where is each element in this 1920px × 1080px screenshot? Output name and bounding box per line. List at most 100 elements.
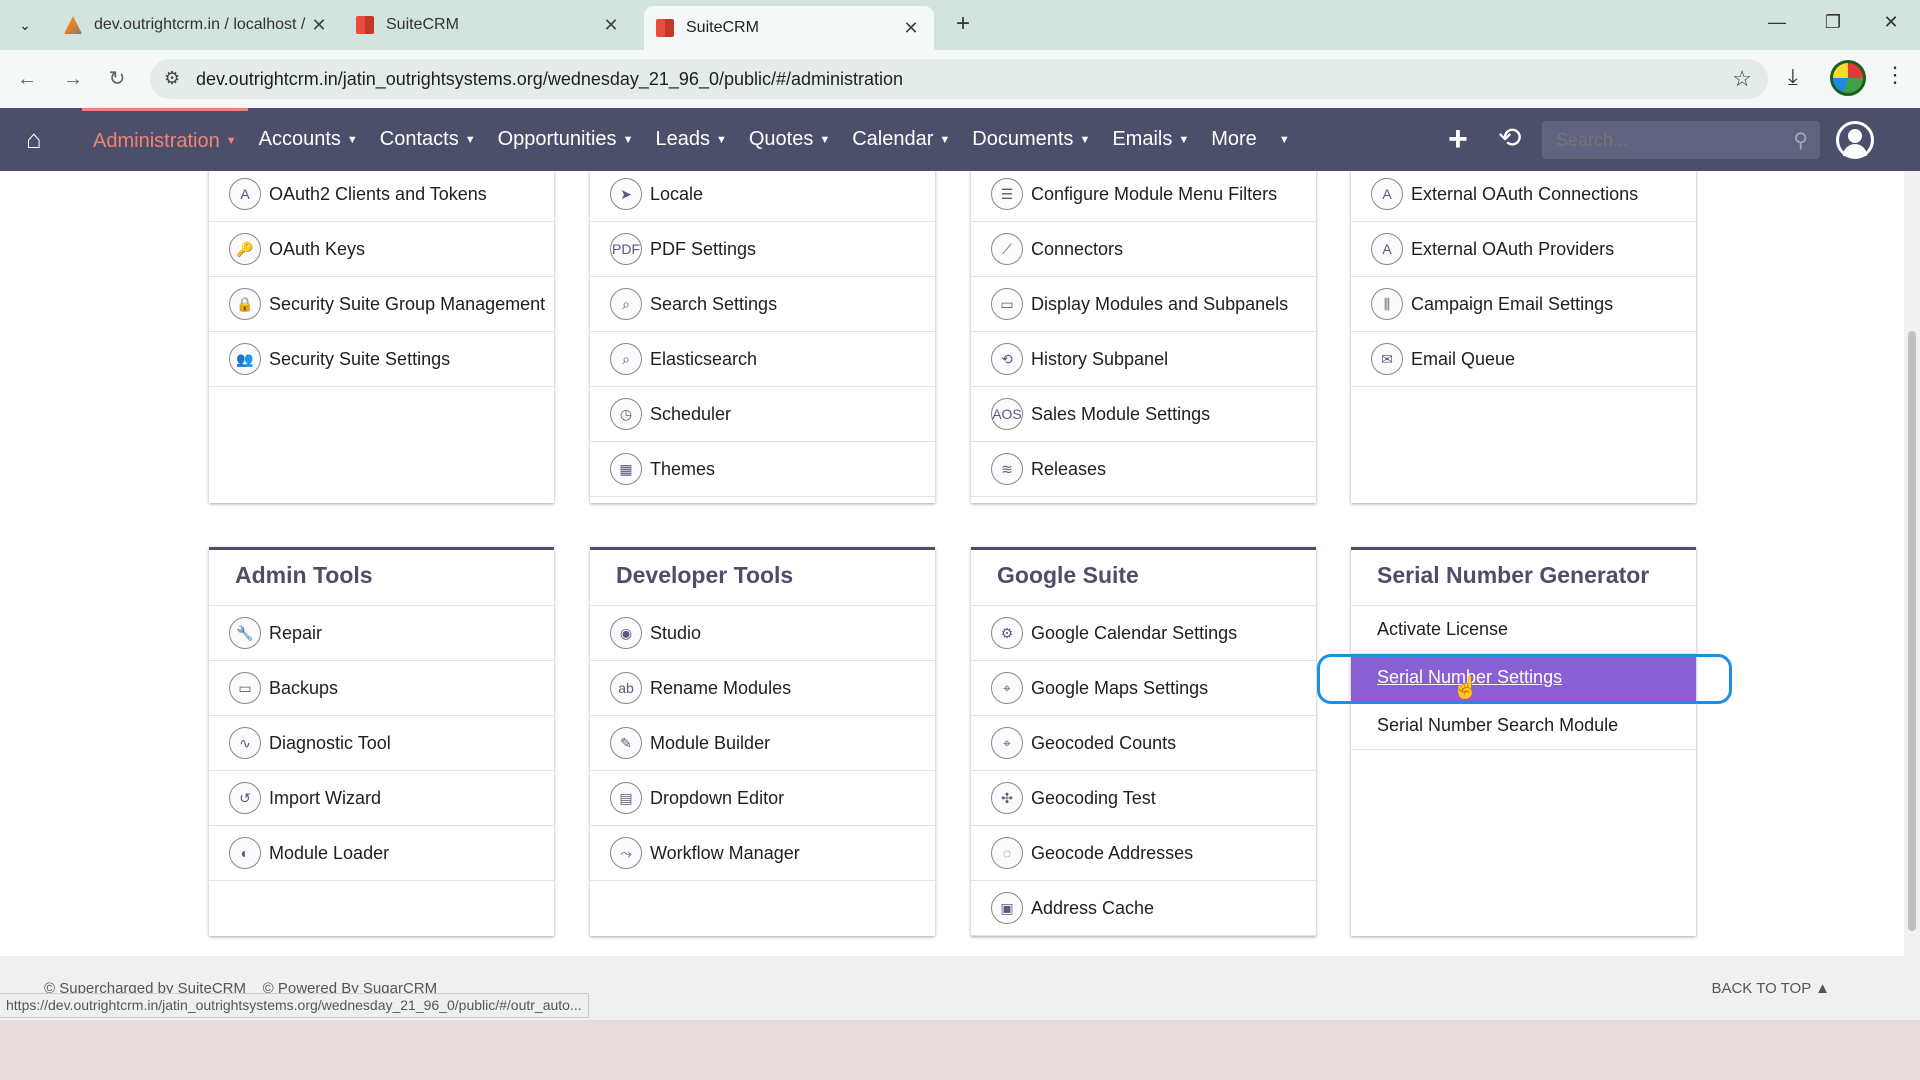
nav-item-leads[interactable]: Leads ▼ (644, 108, 737, 171)
admin-link-connectors[interactable]: ⟋ Connectors (971, 222, 1316, 277)
admin-link-label: Geocoded Counts (1031, 732, 1177, 753)
admin-link-email-queue[interactable]: ✉ Email Queue (1351, 332, 1696, 387)
admin-link-search-settings[interactable]: ⌕ Search Settings (590, 277, 935, 332)
scrollbar-thumb[interactable] (1908, 331, 1916, 931)
admin-link-pdf-settings[interactable]: PDF PDF Settings (590, 222, 935, 277)
admin-link-campaign-email-settings[interactable]: ⫼ Campaign Email Settings (1351, 277, 1696, 332)
close-window-icon[interactable]: ✕ (1876, 12, 1906, 33)
admin-link-sales-module-settings[interactable]: AOS Sales Module Settings (971, 387, 1316, 442)
browser-tab-pma[interactable]: dev.outrightcrm.in / localhost / ✕ (52, 6, 342, 44)
phpmyadmin-favicon-icon (64, 16, 82, 34)
nav-item-opportunities[interactable]: Opportunities ▼ (487, 108, 645, 171)
page-scrollbar[interactable] (1904, 171, 1920, 1020)
browser-toolbar: ← → ↻ ⚙ dev.outrightcrm.in/jatin_outrigh… (0, 50, 1920, 108)
admin-link-dropdown-editor[interactable]: ▤ Dropdown Editor (590, 771, 935, 826)
bookmark-star-icon[interactable]: ☆ (1732, 66, 1752, 92)
caret-down-icon: ▼ (346, 133, 358, 146)
admin-link-label: Studio (650, 622, 702, 643)
nav-item-label: Documents (972, 128, 1074, 150)
admin-link-activate-license[interactable]: Activate License (1351, 606, 1696, 654)
browser-tab-suitecrm-1[interactable]: SuiteCRM ✕ (344, 6, 634, 44)
browser-tab-suitecrm-active[interactable]: SuiteCRM ✕ (644, 6, 934, 50)
admin-link-google-maps-settings[interactable]: ⌖ Google Maps Settings (971, 661, 1316, 716)
admin-link-scheduler[interactable]: ◷ Scheduler (590, 387, 935, 442)
admin-link-repair[interactable]: 🔧 Repair (209, 606, 554, 661)
download-icon[interactable]: ⤓ (1788, 64, 1798, 90)
admin-link-serial-number-settings[interactable]: Serial Number Settings (1351, 654, 1696, 702)
nav-item-accounts[interactable]: Accounts ▼ (248, 108, 369, 171)
user-profile-icon[interactable] (1836, 121, 1874, 159)
admin-link-google-calendar-settings[interactable]: ⚙ Google Calendar Settings (971, 606, 1316, 661)
admin-link-workflow-manager[interactable]: ⤳ Workflow Manager (590, 826, 935, 881)
tab-close-icon[interactable]: ✕ (900, 18, 922, 39)
admin-link-label: Address Cache (1031, 897, 1155, 918)
admin-link-label: Security Suite Group Management (269, 293, 546, 314)
minimize-icon[interactable]: — (1762, 12, 1792, 33)
tab-search-chevron-icon[interactable]: ⌄ (10, 10, 40, 40)
address-bar[interactable]: ⚙ dev.outrightcrm.in/jatin_outrightsyste… (150, 59, 1768, 99)
forward-arrow-icon[interactable]: → (58, 64, 88, 94)
nav-item-contacts[interactable]: Contacts ▼ (369, 108, 487, 171)
nav-item-more[interactable]: More ▼ (1200, 108, 1300, 171)
global-search[interactable]: ⚲ (1542, 121, 1820, 159)
nav-item-calendar[interactable]: Calendar ▼ (841, 108, 961, 171)
admin-link-backups[interactable]: ▭ Backups (209, 661, 554, 716)
admin-link-security-suite-group-management[interactable]: 🔒 Security Suite Group Management (209, 277, 554, 332)
caret-down-icon: ▼ (622, 133, 634, 146)
admin-link-serial-number-search-module[interactable]: Serial Number Search Module (1351, 702, 1696, 750)
admin-link-label: Releases (1031, 458, 1107, 479)
admin-link-rename-modules[interactable]: ab Rename Modules (590, 661, 935, 716)
admin-link-geocoding-test[interactable]: ✣ Geocoding Test (971, 771, 1316, 826)
admin-link-label: Email Queue (1411, 348, 1516, 369)
recently-viewed-history-icon[interactable]: ⟲ (1498, 124, 1521, 152)
back-arrow-icon[interactable]: ← (12, 64, 42, 94)
admin-link-releases[interactable]: ≋ Releases (971, 442, 1316, 497)
profile-avatar[interactable] (1830, 60, 1866, 96)
admin-link-address-cache[interactable]: ▣ Address Cache (971, 881, 1316, 936)
nav-item-emails[interactable]: Emails ▼ (1101, 108, 1200, 171)
link-status-bar: https://dev.outrightcrm.in/jatin_outrigh… (0, 993, 589, 1018)
admin-link-locale[interactable]: ➤ Locale (590, 171, 935, 222)
admin-link-module-loader[interactable]: ◐ Module Loader (209, 826, 554, 881)
restore-icon[interactable]: ❐ (1818, 12, 1848, 33)
reload-icon[interactable]: ↻ (102, 64, 132, 94)
caret-down-icon: ▼ (464, 133, 476, 146)
admin-link-diagnostic-tool[interactable]: ∿ Diagnostic Tool (209, 716, 554, 771)
admin-link-external-oauth-connections[interactable]: A External OAuth Connections (1351, 171, 1696, 222)
tab-close-icon[interactable]: ✕ (308, 15, 330, 36)
quick-create-plus-icon[interactable]: + (1448, 122, 1468, 156)
admin-link-history-subpanel[interactable]: ⟲ History Subpanel (971, 332, 1316, 387)
configure-module-menu-filters-icon: ☰ (991, 178, 1023, 210)
admin-link-elasticsearch[interactable]: ⌕ Elasticsearch (590, 332, 935, 387)
admin-panel-top-1: A OAuth2 Clients and Tokens 🔑 OAuth Keys 🔒 Se… (209, 171, 554, 503)
admin-link-security-suite-settings[interactable]: 👥 Security Suite Settings (209, 332, 554, 387)
nav-item-administration[interactable]: Administration ▼ (82, 108, 248, 171)
url-text[interactable]: dev.outrightcrm.in/jatin_outrightsystems… (196, 69, 903, 90)
admin-link-external-oauth-providers[interactable]: A External OAuth Providers (1351, 222, 1696, 277)
browser-menu-icon[interactable]: ⋮ (1884, 62, 1906, 88)
tab-close-icon[interactable]: ✕ (600, 15, 622, 36)
admin-link-themes[interactable]: ▦ Themes (590, 442, 935, 497)
back-to-top-link[interactable]: BACK TO TOP ▲ (1711, 980, 1830, 997)
elasticsearch-icon: ⌕ (610, 343, 642, 375)
admin-link-studio[interactable]: ◉ Studio (590, 606, 935, 661)
global-search-input[interactable] (1542, 121, 1772, 159)
admin-panel-top-2: ➤ Locale PDF PDF Settings ⌕ Search Settings ⌕ E… (590, 171, 935, 503)
admin-link-module-builder[interactable]: ✎ Module Builder (590, 716, 935, 771)
admin-link-display-modules-and-subpanels[interactable]: ▭ Display Modules and Subpanels (971, 277, 1316, 332)
admin-link-geocode-addresses[interactable]: ◌ Geocode Addresses (971, 826, 1316, 881)
nav-item-documents[interactable]: Documents ▼ (961, 108, 1101, 171)
site-info-icon[interactable]: ⚙ (164, 68, 180, 89)
new-tab-button[interactable]: + (948, 10, 978, 40)
home-icon[interactable]: ⌂ (26, 126, 54, 154)
diagnostic-tool-icon: ∿ (229, 727, 261, 759)
admin-link-oauth-keys[interactable]: 🔑 OAuth Keys (209, 222, 554, 277)
search-icon[interactable]: ⚲ (1793, 128, 1808, 153)
admin-link-oauth2-clients-and-tokens[interactable]: A OAuth2 Clients and Tokens (209, 171, 554, 222)
admin-link-import-wizard[interactable]: ↺ Import Wizard (209, 771, 554, 826)
hand-cursor-icon: ☝ (1452, 675, 1480, 700)
admin-panel-top-4: A External OAuth Connections A External OAu… (1351, 171, 1696, 503)
admin-link-geocoded-counts[interactable]: ⌖ Geocoded Counts (971, 716, 1316, 771)
admin-link-configure-module-menu-filters[interactable]: ☰ Configure Module Menu Filters (971, 171, 1316, 222)
nav-item-quotes[interactable]: Quotes ▼ (738, 108, 841, 171)
